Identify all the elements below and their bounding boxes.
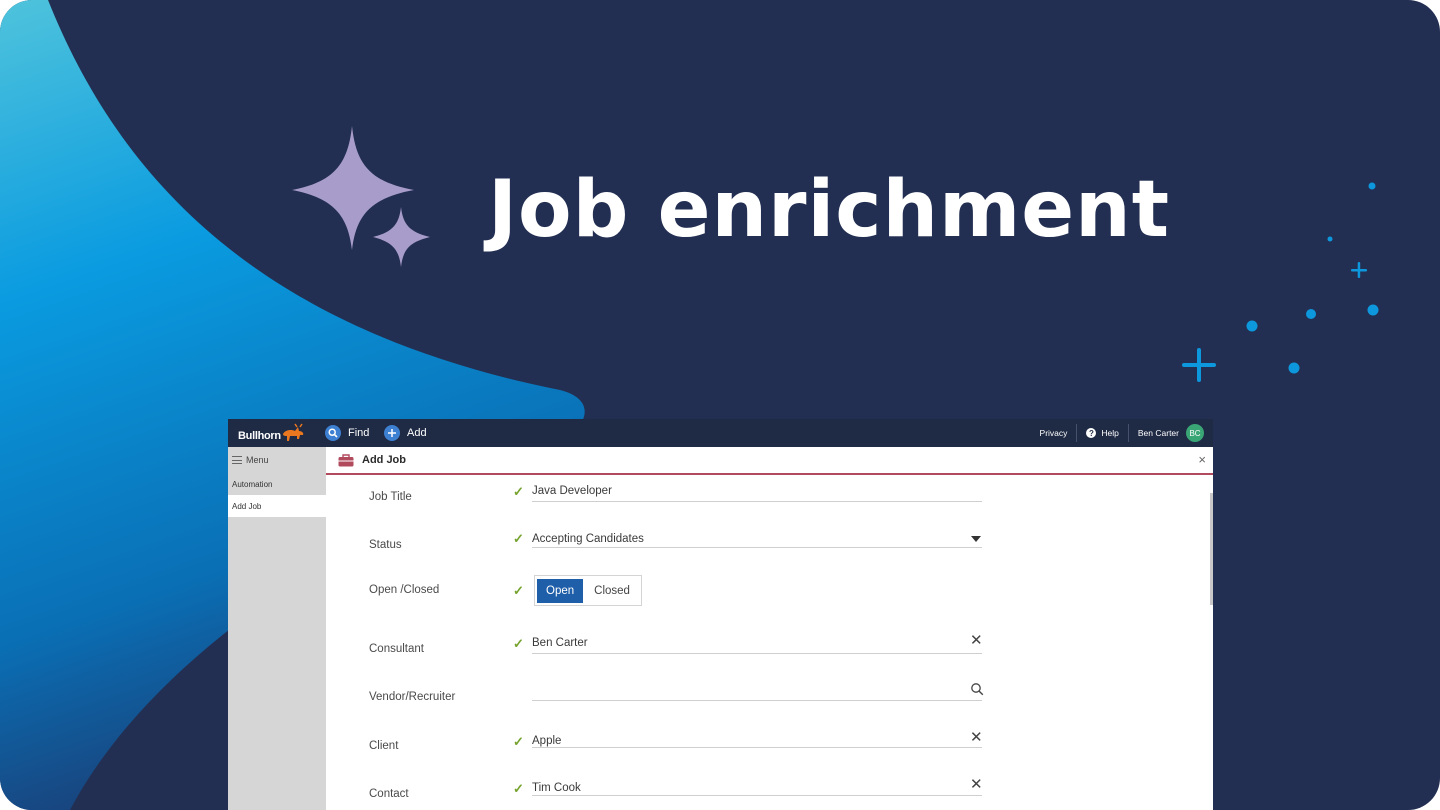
bullhorn-logo[interactable]: Bullhorn xyxy=(238,422,305,444)
add-label: Add xyxy=(407,427,427,439)
field-underline xyxy=(532,501,982,502)
clear-icon[interactable]: ✕ xyxy=(970,631,983,649)
status-select[interactable]: Accepting Candidates xyxy=(532,533,644,545)
menu-toggle[interactable]: Menu xyxy=(228,447,326,473)
sidebar-item-add-job[interactable]: Add Job xyxy=(228,495,326,517)
chevron-down-icon[interactable] xyxy=(971,536,981,542)
field-underline xyxy=(532,795,982,796)
topbar-right: Privacy ? Help Ben Carter BC xyxy=(1031,419,1213,447)
check-icon: ✓ xyxy=(513,531,524,546)
contact-label: Contact xyxy=(369,788,409,800)
closed-option[interactable]: Closed xyxy=(585,579,639,603)
hamburger-icon xyxy=(232,456,242,464)
sidebar-item-label: Add Job xyxy=(232,501,262,511)
check-icon: ✓ xyxy=(513,734,524,749)
privacy-link[interactable]: Privacy xyxy=(1031,424,1077,442)
check-icon: ✓ xyxy=(513,583,524,598)
app-window: Bullhorn Find Add Privacy ? Help Ben Car… xyxy=(228,419,1213,810)
clear-icon[interactable]: ✕ xyxy=(970,775,983,793)
add-job-panel: Add Job × Job Title ✓ Java Developer Sta… xyxy=(326,447,1213,810)
job-title-field[interactable]: Java Developer xyxy=(532,485,612,497)
logo-text: Bullhorn xyxy=(238,430,281,442)
client-field[interactable]: Apple xyxy=(532,735,561,747)
clear-icon[interactable]: ✕ xyxy=(970,728,983,746)
sidebar: Menu Automation Add Job xyxy=(228,447,326,810)
check-icon: ✓ xyxy=(513,636,524,651)
bull-icon xyxy=(282,423,304,441)
find-button[interactable]: Find xyxy=(325,424,369,442)
menu-label: Menu xyxy=(246,455,269,465)
sparkle-icon xyxy=(292,126,430,267)
field-underline xyxy=(532,700,982,701)
open-closed-label: Open /Closed xyxy=(369,584,440,596)
decorative-dots xyxy=(1182,182,1379,382)
search-icon[interactable] xyxy=(970,682,984,696)
plus-icon xyxy=(384,425,400,441)
vendor-label: Vendor/Recruiter xyxy=(369,691,456,703)
app-topbar: Bullhorn Find Add Privacy ? Help Ben Car… xyxy=(228,419,1213,447)
help-icon: ? xyxy=(1086,428,1097,438)
hero-canvas: Job enrichment Bullhorn Find Add Privacy… xyxy=(0,0,1440,810)
user-menu[interactable]: Ben Carter BC xyxy=(1127,424,1213,442)
check-icon: ✓ xyxy=(513,484,524,499)
close-icon[interactable]: × xyxy=(1198,452,1206,467)
sidebar-item-automation[interactable]: Automation xyxy=(228,473,326,495)
user-name: Ben Carter xyxy=(1137,428,1179,438)
help-label: Help xyxy=(1101,428,1119,438)
contact-field[interactable]: Tim Cook xyxy=(532,782,581,794)
panel-header: Add Job × xyxy=(326,447,1213,475)
add-button[interactable]: Add xyxy=(384,424,427,442)
privacy-label: Privacy xyxy=(1039,428,1068,438)
client-label: Client xyxy=(369,740,399,752)
panel-title: Add Job xyxy=(362,454,406,466)
open-closed-toggle: Open Closed xyxy=(534,575,642,606)
status-label: Status xyxy=(369,539,402,551)
search-icon xyxy=(325,425,341,441)
panel-scrollbar[interactable] xyxy=(1210,493,1213,605)
find-label: Find xyxy=(348,427,370,439)
open-option[interactable]: Open xyxy=(537,578,584,603)
sidebar-item-label: Automation xyxy=(232,479,273,489)
field-underline xyxy=(532,747,982,748)
avatar: BC xyxy=(1186,424,1204,442)
hero-title: Job enrichment xyxy=(488,165,1170,255)
consultant-label: Consultant xyxy=(369,643,424,655)
job-title-label: Job Title xyxy=(369,491,412,503)
briefcase-icon xyxy=(338,453,354,466)
check-icon: ✓ xyxy=(513,781,524,796)
field-underline xyxy=(532,653,982,654)
help-link[interactable]: ? Help xyxy=(1076,424,1127,442)
field-underline xyxy=(532,547,982,548)
consultant-field[interactable]: Ben Carter xyxy=(532,637,588,649)
